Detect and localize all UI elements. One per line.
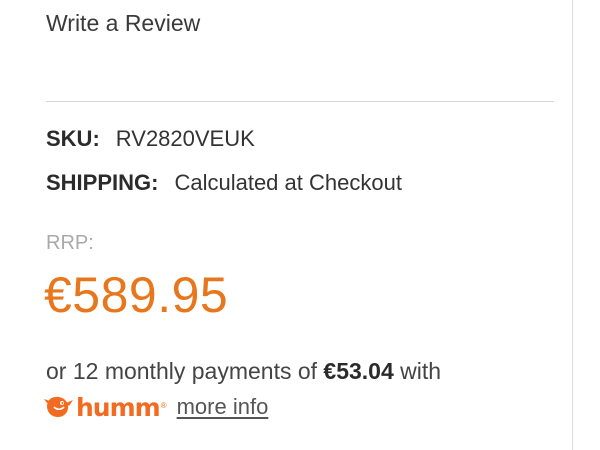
monthly-prefix: or 12 monthly payments of [46, 358, 318, 384]
shipping-row: SHIPPING: Calculated at Checkout [46, 170, 402, 196]
sku-label: SKU: [46, 126, 100, 151]
finance-provider-row: humm ® more info [44, 390, 268, 424]
monthly-amount: €53.04 [323, 358, 394, 384]
more-info-link[interactable]: more info [177, 394, 269, 420]
monthly-suffix: with [400, 358, 442, 384]
humm-logo: humm ® [44, 393, 167, 422]
section-divider [46, 101, 554, 102]
shipping-value: Calculated at Checkout [174, 170, 402, 195]
product-price: €589.95 [44, 267, 229, 323]
sku-row: SKU: RV2820VEUK [46, 126, 255, 152]
sku-value: RV2820VEUK [115, 126, 255, 151]
write-review-link[interactable]: Write a Review [46, 10, 200, 37]
shipping-label: SHIPPING: [46, 170, 159, 195]
panel-right-border [572, 0, 573, 450]
registered-mark: ® [160, 400, 167, 410]
humm-bird-logo-icon [44, 396, 73, 417]
rrp-label: RRP: [46, 232, 94, 254]
monthly-payment-text: or 12 monthly payments of €53.04 with [46, 358, 441, 385]
humm-wordmark: humm [76, 392, 161, 422]
product-details-panel: Write a Review SKU: RV2820VEUK SHIPPING: C… [0, 0, 600, 450]
